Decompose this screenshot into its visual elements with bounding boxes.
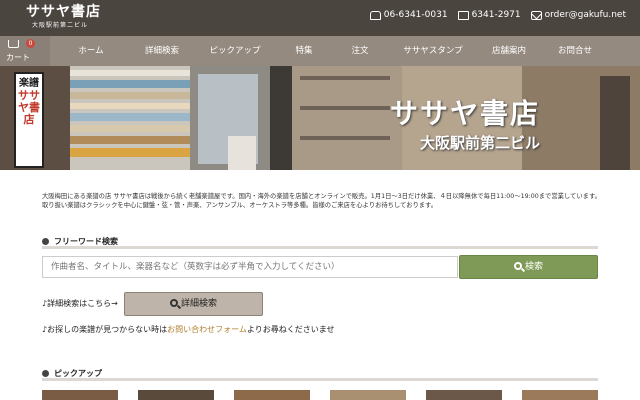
cart-button[interactable]: 0 カート <box>0 36 50 66</box>
not-found-prefix: ♪お探しの楽譜が見つからない時は <box>42 325 168 334</box>
nav-item-store-info[interactable]: 店舗案内 <box>476 36 542 66</box>
pickup-heading: ピックアップ <box>42 368 598 378</box>
phone-icon <box>369 10 381 20</box>
logo-sub-text: 大阪駅前第二ビル <box>32 22 89 29</box>
contact-form-link[interactable]: お問い合わせフォーム <box>167 325 247 334</box>
nav-item-pickup[interactable]: ピックアップ <box>192 36 278 66</box>
search-icon <box>513 262 522 270</box>
cart-label: カート <box>6 53 30 62</box>
nav-item-home[interactable]: ホーム <box>50 36 132 66</box>
pickup-thumbnail[interactable] <box>42 390 118 400</box>
hero-banner: 楽譜 ササヤ書店 ササヤ書店 大阪駅前第二ビル <box>0 66 640 170</box>
cart-count-badge: 0 <box>26 39 35 48</box>
phone-number: 06-6341-0031 <box>383 10 448 20</box>
pickup-thumbnails <box>42 390 598 400</box>
pickup-thumbnail[interactable] <box>426 390 502 400</box>
pickup-title: ピックアップ <box>54 369 102 378</box>
site-logo[interactable]: ササヤ書店 大阪駅前第二ビル <box>26 4 101 29</box>
pickup-thumbnail[interactable] <box>330 390 406 400</box>
hero-subtitle: 大阪駅前第二ビル <box>420 134 541 152</box>
nav-item-advanced-search[interactable]: 詳細検索 <box>132 36 192 66</box>
store-sign: 楽譜 ササヤ書店 <box>14 72 44 168</box>
freeword-search-title: フリーワード検索 <box>54 237 118 246</box>
contact-info: 06-6341-0031 6341-2971 order@gakufu.net <box>369 10 626 20</box>
top-header: ササヤ書店 大阪駅前第二ビル 06-6341-0031 6341-2971 or… <box>0 0 640 36</box>
nav-menu: ホーム 詳細検索 ピックアップ 特集 注文 ササヤスタンプ 店舗案内 お問合せ <box>50 36 608 66</box>
logo-main-text: ササヤ書店 <box>26 4 101 20</box>
hero-title: ササヤ書店 <box>390 97 541 130</box>
nav-item-order[interactable]: 注文 <box>330 36 390 66</box>
intro-text: 大阪梅田にある楽譜の店 ササヤ書店は戦後から続く老舗楽譜屋です。国内・海外の楽譜… <box>42 193 601 209</box>
advanced-search-label: ♪詳細検索はこちら→ <box>42 299 118 308</box>
section-divider <box>42 378 598 381</box>
nav-item-stamp[interactable]: ササヤスタンプ <box>390 36 476 66</box>
nav-item-contact[interactable]: お問合せ <box>542 36 608 66</box>
nav-item-feature[interactable]: 特集 <box>278 36 330 66</box>
search-button[interactable]: 検索 <box>459 255 598 279</box>
email-contact[interactable]: order@gakufu.net <box>530 10 626 20</box>
phone-contact[interactable]: 06-6341-0031 <box>369 10 448 20</box>
fax-icon <box>457 10 469 20</box>
not-found-message: ♪お探しの楽譜が見つからない時はお問い合わせフォームよりお尋ねくださいませ <box>42 324 334 335</box>
mail-icon <box>530 10 542 20</box>
search-input[interactable] <box>42 256 458 278</box>
section-divider <box>42 246 598 249</box>
bullet-icon <box>42 370 49 377</box>
search-icon <box>169 299 178 307</box>
freeword-search-heading: フリーワード検索 <box>42 236 598 246</box>
pickup-thumbnail[interactable] <box>138 390 214 400</box>
bullet-icon <box>42 238 49 245</box>
search-button-label: 検索 <box>524 262 543 272</box>
sign-name-text: ササヤ書店 <box>18 89 40 126</box>
advanced-search-button-label: 詳細検索 <box>180 299 217 309</box>
cart-icon <box>8 40 19 48</box>
hero-photo <box>0 66 640 170</box>
pickup-thumbnail[interactable] <box>234 390 310 400</box>
fax-contact: 6341-2971 <box>457 10 521 20</box>
pickup-thumbnail[interactable] <box>522 390 598 400</box>
not-found-suffix: よりお尋ねくださいませ <box>246 325 335 334</box>
advanced-search-button[interactable]: 詳細検索 <box>124 292 263 316</box>
email-address: order@gakufu.net <box>544 10 626 20</box>
main-navbar: 0 カート ホーム 詳細検索 ピックアップ 特集 注文 ササヤスタンプ 店舗案内… <box>0 36 640 66</box>
fax-number: 6341-2971 <box>471 10 521 20</box>
